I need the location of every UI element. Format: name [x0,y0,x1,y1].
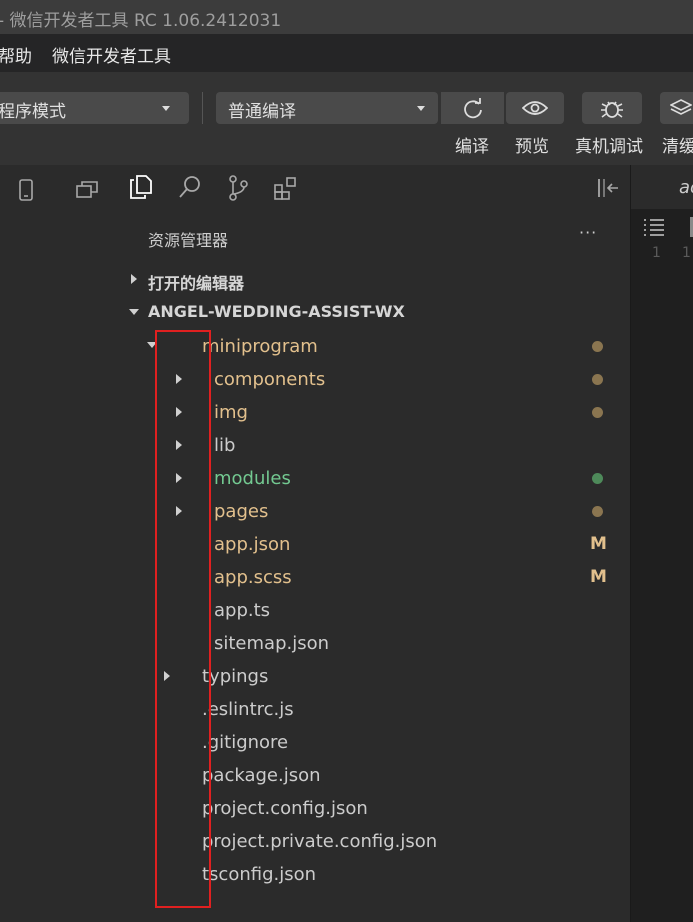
window-title: - 微信开发者工具 RC 1.06.2412031 [0,11,282,31]
git-status-dot [592,506,603,517]
eye-icon [522,100,548,116]
project-section[interactable]: ANGEL-WEDDING-ASSIST-WX [118,297,630,327]
chevron-down-icon [129,309,139,315]
editor-area: ac 1 1 [630,165,693,922]
more-actions-button[interactable]: ··· [579,223,597,242]
tree-item-label: lib [214,435,236,456]
editor-tab[interactable]: ac [679,177,693,198]
menu-bar: 帮助 微信开发者工具 [0,34,693,72]
remote-debug-button[interactable] [582,92,642,124]
bug-icon [600,97,624,119]
toolbar-divider [202,92,203,124]
files-icon[interactable] [130,175,152,199]
tree-item-label: miniprogram [202,336,318,357]
clear-cache-label: 清缓 [662,137,693,157]
tree-item-label: app.scss [214,567,292,588]
git-status-dot [592,341,603,352]
tree-item-label: components [214,369,326,390]
phone-icon[interactable] [18,179,34,201]
project-name: ANGEL-WEDDING-ASSIST-WX [148,302,405,321]
tree-item-label: app.ts [214,600,271,621]
open-editors-section[interactable]: 打开的编辑器 [118,265,630,295]
source-control-icon[interactable] [227,175,249,201]
refresh-icon [462,98,484,120]
explorer-title: 资源管理器 [148,231,229,250]
mode-select[interactable]: 程序模式 [0,92,189,124]
tree-item-label: package.json [202,765,321,786]
preview-label: 预览 [515,137,549,157]
list-icon[interactable] [643,218,665,236]
editor-tab-bar: ac [631,165,693,209]
collapse-panel-icon[interactable] [596,178,620,198]
preview-button[interactable] [506,92,564,124]
tree-item-label: modules [214,468,291,489]
compile-button[interactable] [441,92,504,124]
layers-icon [670,98,692,118]
chevron-down-icon [162,106,170,111]
tree-item-label: typings [202,666,269,687]
highlight-box [155,330,211,908]
menu-help[interactable]: 帮助 [0,42,32,67]
tree-item-label: project.config.json [202,798,368,819]
multi-window-icon[interactable] [76,180,98,200]
tree-item-label: img [214,402,248,423]
tree-item-label: app.json [214,534,291,555]
open-editors-label: 打开的编辑器 [148,274,245,293]
git-status-dot [592,407,603,418]
toolbar: 程序模式 普通编译 编译 预览 真机调试 清缓 [0,72,693,165]
mode-select-value: 程序模式 [0,102,66,122]
chevron-right-icon [131,274,137,284]
tree-item-label: .eslintrc.js [202,699,294,720]
tree-item-label: tsconfig.json [202,864,317,885]
simulator-panel [0,165,119,922]
compile-select[interactable]: 普通编译 [216,92,438,124]
title-bar: - 微信开发者工具 RC 1.06.2412031 [0,0,693,34]
git-status-dot [592,473,603,484]
explorer-toolbar [118,165,630,211]
line-number: 1 [652,245,661,261]
compile-select-value: 普通编译 [228,102,296,122]
clear-cache-button[interactable] [660,92,693,124]
remote-debug-label: 真机调试 [575,137,643,157]
git-status-badge: M [590,534,607,554]
tree-item-label: sitemap.json [214,633,330,654]
tree-item-label: project.private.config.json [202,831,438,852]
tree-item-label: .gitignore [202,732,289,753]
extensions-icon[interactable] [274,176,298,200]
git-status-dot [592,374,603,385]
search-icon[interactable] [178,175,202,199]
tree-item-label: pages [214,501,269,522]
git-status-badge: M [590,567,607,587]
chevron-down-icon [417,106,425,111]
compile-label: 编译 [455,137,489,157]
menu-wechat-devtools[interactable]: 微信开发者工具 [52,42,171,67]
line-number: 1 [682,245,691,261]
